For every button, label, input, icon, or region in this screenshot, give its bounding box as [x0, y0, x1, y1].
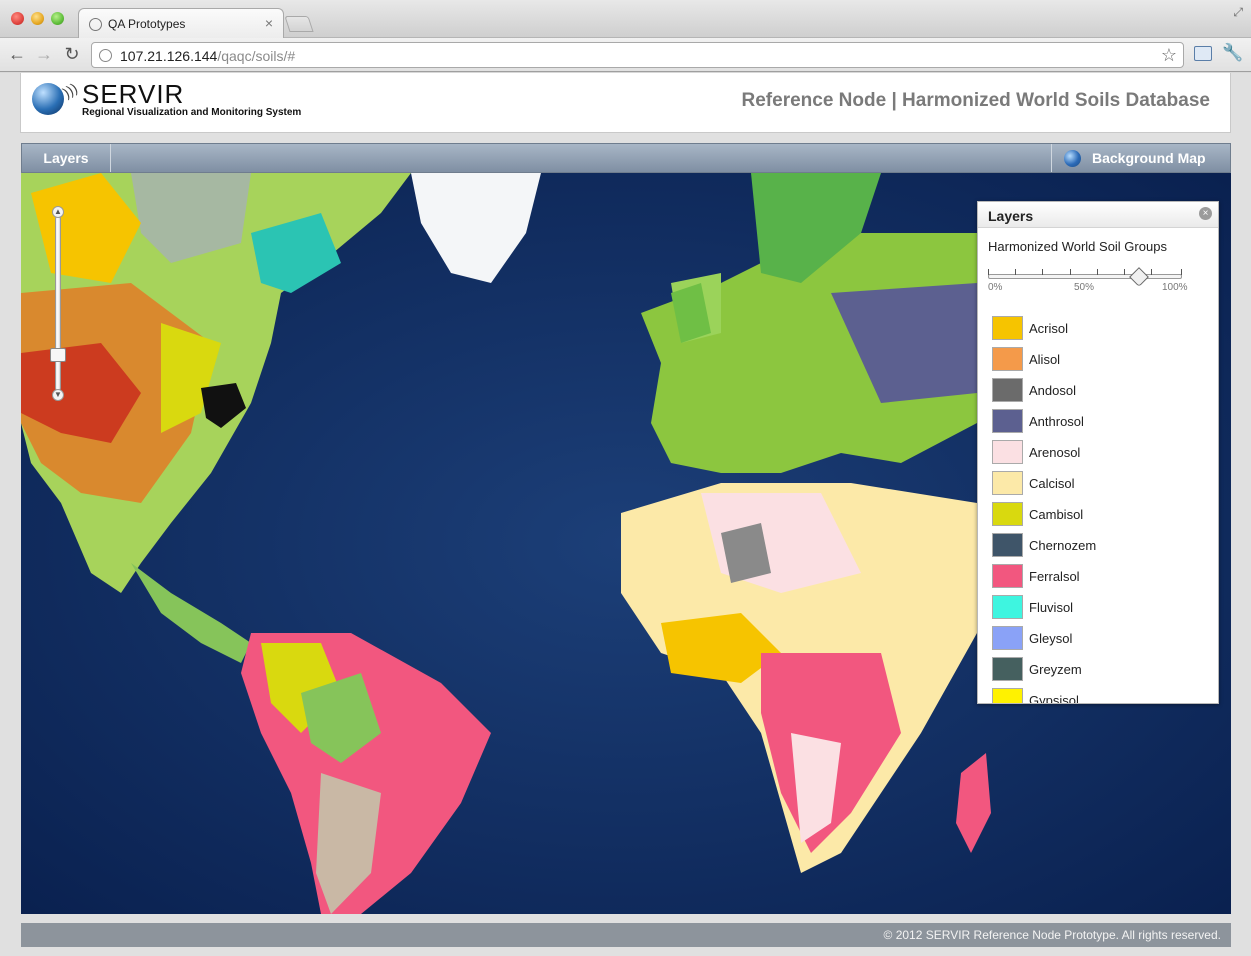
- soil-legend: Acrisol Alisol Andosol Anthrosol Arenosol Cal…: [992, 314, 1202, 704]
- legend-swatch: [992, 440, 1023, 464]
- layers-panel-title: Layers: [988, 208, 1034, 224]
- site-footer: © 2012 SERVIR Reference Node Prototype. …: [21, 923, 1231, 947]
- slider-tick: [988, 269, 989, 275]
- legend-label: Ferralsol: [1029, 569, 1080, 584]
- site-header: ))) SERVIR Regional Visualization and Mo…: [20, 73, 1231, 133]
- legend-swatch: [992, 316, 1023, 340]
- slider-tick: [1151, 269, 1152, 275]
- opacity-knob[interactable]: [1129, 267, 1150, 287]
- legend-item: Gypsisol: [992, 686, 1202, 704]
- zoom-slider[interactable]: ▲ ▼: [50, 206, 66, 401]
- page-title: Reference Node | Harmonized World Soils …: [741, 90, 1210, 111]
- layers-panel-header: Layers ×: [978, 202, 1218, 228]
- legend-label: Cambisol: [1029, 507, 1084, 522]
- back-icon[interactable]: ←: [6, 44, 28, 65]
- copyright-text: © 2012 SERVIR Reference Node Prototype. …: [883, 928, 1221, 942]
- slider-tick: [1070, 269, 1071, 275]
- legend-swatch: [992, 626, 1023, 650]
- legend-label: Alisol: [1029, 352, 1061, 367]
- legend-item: Cambisol: [992, 500, 1202, 531]
- tab-close-icon[interactable]: ×: [265, 15, 273, 31]
- url-text: 107.21.126.144/qaqc/soils/#: [120, 48, 296, 64]
- legend-item: Ferralsol: [992, 562, 1202, 593]
- reload-icon[interactable]: ↻: [61, 44, 83, 65]
- slider-tick: [1097, 269, 1098, 275]
- browser-tab[interactable]: QA Prototypes ×: [78, 8, 284, 39]
- background-map-button[interactable]: Background Map: [1051, 144, 1230, 172]
- legend-label: Arenosol: [1029, 445, 1081, 460]
- close-icon[interactable]: ×: [1199, 207, 1212, 220]
- site-globe-icon: [99, 49, 112, 62]
- close-window-button[interactable]: [11, 12, 24, 25]
- legend-item: Anthrosol: [992, 407, 1202, 438]
- legend-item: Andosol: [992, 376, 1202, 407]
- zoom-out-icon[interactable]: ▼: [52, 389, 64, 401]
- legend-swatch: [992, 564, 1023, 588]
- layers-panel: Layers × Harmonized World Soil Groups 0%…: [977, 201, 1219, 704]
- address-bar[interactable]: 107.21.126.144/qaqc/soils/# ☆: [91, 42, 1184, 68]
- legend-label: Fluvisol: [1029, 600, 1074, 615]
- slider-label-max: 100%: [1162, 282, 1188, 293]
- slider-label-mid: 50%: [1074, 282, 1095, 293]
- map-toolbar: Layers Background Map: [21, 143, 1231, 173]
- tab-title: QA Prototypes: [108, 17, 186, 31]
- legend-label: Acrisol: [1029, 321, 1069, 336]
- forward-icon[interactable]: →: [33, 44, 55, 65]
- globe-icon: [89, 18, 102, 31]
- fullscreen-icon[interactable]: ⤢: [1233, 5, 1243, 20]
- zoom-window-button[interactable]: [51, 12, 64, 25]
- star-icon[interactable]: ☆: [1161, 45, 1177, 66]
- zoom-track[interactable]: [55, 216, 61, 391]
- layers-button[interactable]: Layers: [22, 144, 111, 172]
- legend-label: Greyzem: [1029, 662, 1082, 677]
- layer-group-title: Harmonized World Soil Groups: [988, 239, 1167, 254]
- extension-icon[interactable]: [1194, 46, 1212, 61]
- legend-item: Chernozem: [992, 531, 1202, 562]
- legend-item: Alisol: [992, 345, 1202, 376]
- legend-swatch: [992, 533, 1023, 557]
- new-tab-button[interactable]: [284, 16, 314, 32]
- slider-tick: [1042, 269, 1043, 275]
- legend-label: Calcisol: [1029, 476, 1075, 491]
- legend-swatch: [992, 471, 1023, 495]
- legend-swatch: [992, 502, 1023, 526]
- zoom-thumb[interactable]: [50, 348, 66, 362]
- earth-icon: [1064, 150, 1081, 167]
- legend-item: Greyzem: [992, 655, 1202, 686]
- logo-subtitle: Regional Visualization and Monitoring Sy…: [82, 107, 302, 118]
- slider-tick: [1015, 269, 1016, 275]
- opacity-track[interactable]: [988, 274, 1182, 279]
- legend-item: Acrisol: [992, 314, 1202, 345]
- servir-globe-icon: [32, 83, 64, 115]
- logo-name: SERVIR: [82, 79, 185, 109]
- wrench-icon[interactable]: 🔧: [1222, 43, 1243, 63]
- legend-swatch: [992, 378, 1023, 402]
- legend-swatch: [992, 688, 1023, 703]
- legend-item: Gleysol: [992, 624, 1202, 655]
- legend-label: Andosol: [1029, 383, 1076, 398]
- zoom-in-icon[interactable]: ▲: [52, 206, 64, 218]
- legend-item: Calcisol: [992, 469, 1202, 500]
- slider-tick: [1124, 269, 1125, 275]
- browser-titlebar: QA Prototypes × ⤢: [0, 0, 1251, 39]
- page: ))) SERVIR Regional Visualization and Mo…: [0, 73, 1251, 956]
- background-map-label: Background Map: [1092, 150, 1206, 166]
- legend-swatch: [992, 409, 1023, 433]
- legend-swatch: [992, 657, 1023, 681]
- legend-label: Anthrosol: [1029, 414, 1084, 429]
- opacity-slider[interactable]: 0% 50% 100%: [988, 266, 1188, 296]
- legend-label: Gleysol: [1029, 631, 1073, 646]
- soil-map[interactable]: ▲ ▼ Layers × Harmonized World Soil Group…: [21, 173, 1231, 914]
- legend-label: Gypsisol: [1029, 693, 1079, 704]
- slider-tick: [1181, 269, 1182, 275]
- browser-toolbar: ← → ↻ 107.21.126.144/qaqc/soils/# ☆ 🔧: [0, 38, 1251, 72]
- legend-item: Fluvisol: [992, 593, 1202, 624]
- legend-swatch: [992, 347, 1023, 371]
- minimize-window-button[interactable]: [31, 12, 44, 25]
- slider-label-min: 0%: [988, 282, 1003, 293]
- legend-swatch: [992, 595, 1023, 619]
- legend-label: Chernozem: [1029, 538, 1097, 553]
- legend-item: Arenosol: [992, 438, 1202, 469]
